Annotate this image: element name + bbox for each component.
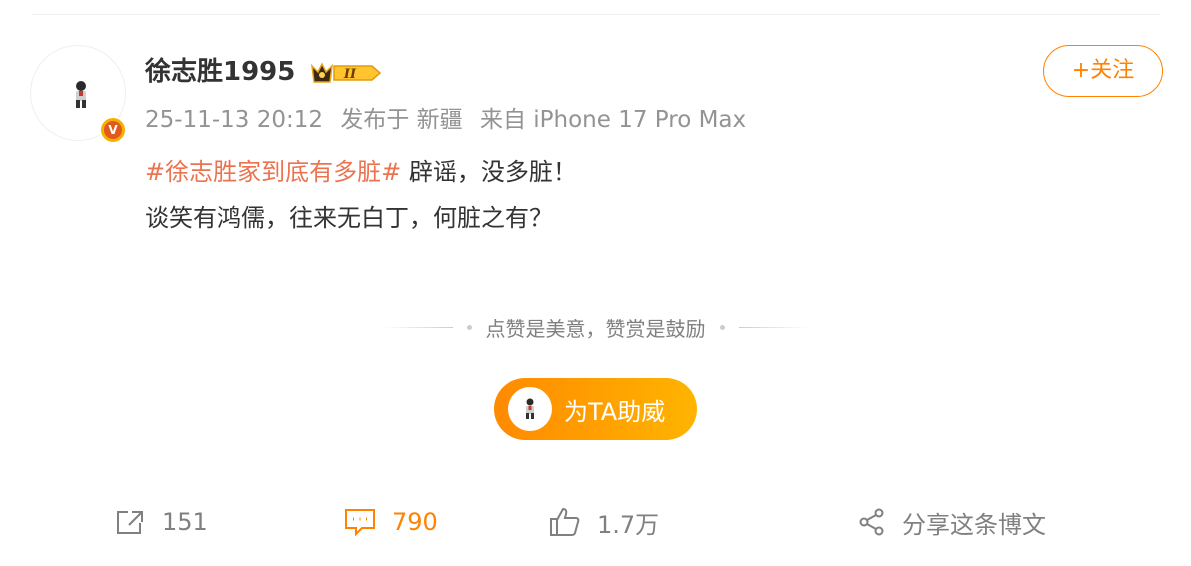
post-time[interactable]: 25-11-13 20:12 <box>145 107 323 133</box>
vip-level-text: II <box>343 67 357 82</box>
reward-tagline-text: 点赞是美意，赞赏是鼓励 <box>485 317 706 341</box>
post-source: 来自 iPhone 17 Pro Max <box>479 107 747 133</box>
repost-icon <box>117 511 143 534</box>
support-avatar <box>508 387 552 431</box>
post-content: #徐志胜家到底有多脏# 辟谣，没多脏！ 谈笑有鸿儒，往来无白丁，何脏之有？ <box>145 155 577 247</box>
divider <box>32 14 1160 15</box>
share-label: 分享这条博文 <box>902 510 1046 539</box>
weibo-post-card: V 徐志胜1995 II 25-11-13 20:12 发布于 新疆 来自 iP… <box>0 0 1191 566</box>
repost-button[interactable]: 151 <box>114 500 208 544</box>
avatar-person-icon <box>76 81 86 108</box>
support-label: 为TA助威 <box>564 397 666 426</box>
crown-vip-icon: II <box>310 62 382 83</box>
verified-icon: V <box>99 116 127 144</box>
like-count: 1.7万 <box>597 510 660 539</box>
comment-count: 790 <box>392 508 438 536</box>
post-text-line1: 辟谣，没多脏！ <box>401 158 577 186</box>
comment-button[interactable]: 790 <box>344 500 438 544</box>
repost-count: 151 <box>162 508 208 536</box>
divider-right <box>738 327 809 328</box>
divider-left <box>382 327 453 328</box>
hashtag-link[interactable]: #徐志胜家到底有多脏# <box>145 158 401 186</box>
follow-button[interactable]: +关注 <box>1043 45 1163 97</box>
post-location: 发布于 新疆 <box>340 107 463 133</box>
reward-tagline: 点赞是美意，赞赏是鼓励 <box>0 313 1191 342</box>
like-button[interactable]: 1.7万 <box>549 500 659 544</box>
action-bar: 151 790 1.7万 分享这条博文 <box>0 500 1191 544</box>
post-meta: 25-11-13 20:12 发布于 新疆 来自 iPhone 17 Pro M… <box>145 104 756 136</box>
post-text-line2: 谈笑有鸿儒，往来无白丁，何脏之有？ <box>145 204 553 232</box>
avatar-person-icon <box>526 398 534 419</box>
share-icon <box>859 508 884 536</box>
comment-icon <box>345 509 375 537</box>
support-button[interactable]: 为TA助威 <box>494 378 697 440</box>
author-name[interactable]: 徐志胜1995 <box>145 55 295 89</box>
share-button[interactable]: 分享这条博文 <box>858 500 1046 544</box>
like-icon <box>550 507 580 536</box>
